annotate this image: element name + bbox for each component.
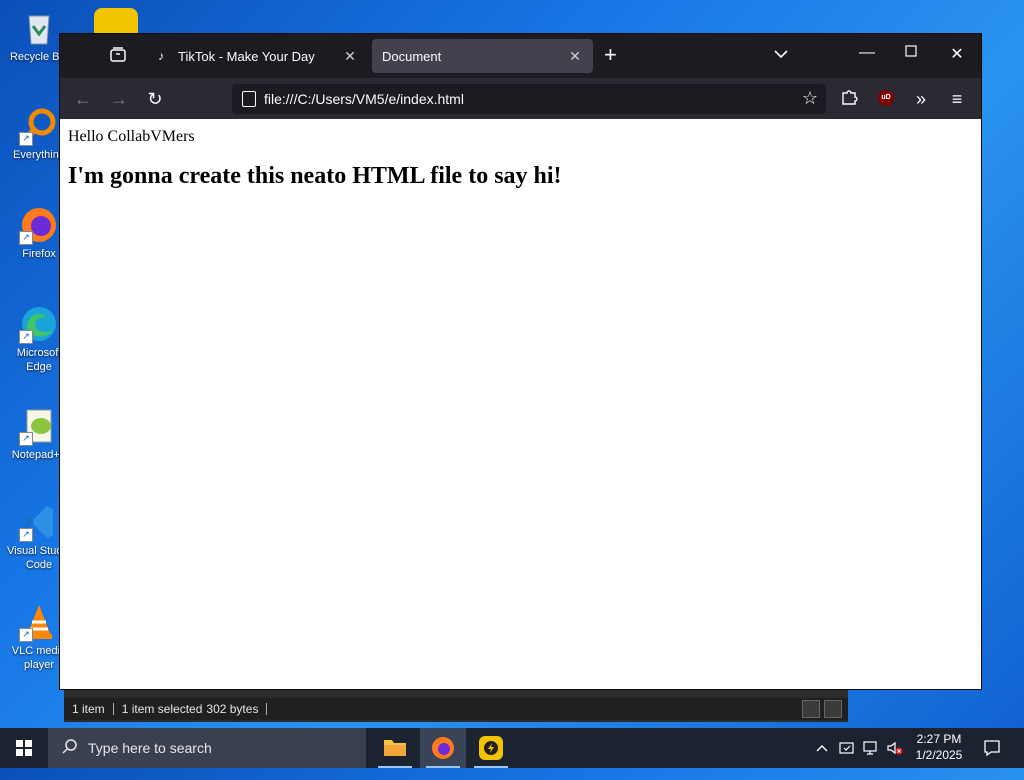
action-center-button[interactable] bbox=[982, 738, 1002, 778]
search-icon bbox=[62, 738, 78, 759]
navigation-toolbar: ← → ↻ file:///C:/Users/VM5/e/index.html … bbox=[60, 78, 981, 119]
taskbar-file-explorer[interactable] bbox=[372, 728, 418, 768]
folder-icon bbox=[384, 740, 406, 756]
large-icons-view-button[interactable] bbox=[824, 700, 842, 718]
shortcut-arrow-icon: ↗ bbox=[19, 528, 33, 542]
tab-title: TikTok - Make Your Day bbox=[178, 48, 315, 64]
maximize-button[interactable] bbox=[900, 44, 922, 62]
bookmark-star-icon[interactable]: ☆ bbox=[802, 88, 818, 109]
shortcut-arrow-icon: ↗ bbox=[19, 231, 33, 245]
windows-logo-icon bbox=[16, 740, 32, 756]
tiktok-icon: ♪ bbox=[158, 49, 164, 63]
close-tab-icon[interactable]: ✕ bbox=[342, 48, 358, 65]
url-text: file:///C:/Users/VM5/e/index.html bbox=[264, 91, 464, 107]
maximize-icon bbox=[905, 45, 917, 57]
explorer-status-bar: 1 item 1 item selected 302 bytes bbox=[64, 698, 848, 720]
close-window-button[interactable]: ✕ bbox=[946, 44, 968, 64]
shortcut-arrow-icon: ↗ bbox=[19, 628, 33, 642]
network-icon[interactable] bbox=[862, 739, 880, 779]
notifications-icon bbox=[984, 740, 1000, 757]
firefox-icon: ↗ bbox=[19, 205, 59, 245]
lightning-app-icon bbox=[479, 736, 503, 760]
puzzle-icon bbox=[842, 90, 858, 105]
selection-size: 302 bytes bbox=[206, 702, 259, 716]
chevron-up-icon bbox=[816, 745, 828, 752]
tab-document[interactable]: Document ✕ bbox=[372, 39, 593, 73]
extensions-button[interactable] bbox=[838, 88, 860, 110]
shortcut-arrow-icon: ↗ bbox=[19, 132, 33, 146]
taskbar-lightning-app[interactable] bbox=[468, 728, 514, 768]
search-placeholder: Type here to search bbox=[88, 740, 212, 756]
vscode-icon: ↗ bbox=[19, 502, 59, 542]
volume-muted-icon[interactable] bbox=[886, 739, 904, 779]
app-menu-button[interactable]: ≡ bbox=[946, 88, 968, 110]
reload-button[interactable]: ↻ bbox=[144, 88, 166, 110]
close-tab-icon[interactable]: ✕ bbox=[567, 48, 583, 65]
clock-time: 2:27 PM bbox=[916, 732, 962, 746]
tab-bar: ♪ TikTok - Make Your Day ✕ Document ✕ + … bbox=[60, 34, 981, 78]
page-icon bbox=[242, 91, 256, 107]
firefox-window: ♪ TikTok - Make Your Day ✕ Document ✕ + … bbox=[60, 34, 981, 689]
everything-search-icon: ↗ bbox=[19, 106, 59, 146]
overflow-menu-button[interactable]: » bbox=[910, 88, 932, 110]
new-tab-button[interactable]: + bbox=[604, 44, 617, 66]
firefox-view-button[interactable] bbox=[108, 46, 128, 66]
separator bbox=[266, 703, 268, 715]
firefox-view-icon bbox=[110, 47, 126, 62]
url-bar[interactable]: file:///C:/Users/VM5/e/index.html ☆ bbox=[232, 84, 826, 114]
recycle-bin-icon bbox=[19, 8, 59, 48]
tray-security-icon[interactable] bbox=[838, 739, 856, 779]
selection-info: 1 item selected bbox=[121, 702, 203, 716]
item-count: 1 item bbox=[72, 702, 105, 716]
vlc-icon: ↗ bbox=[19, 602, 59, 642]
page-heading: I'm gonna create this neato HTML file to… bbox=[68, 163, 562, 189]
system-clock[interactable]: 2:27 PM 1/2/2025 bbox=[906, 731, 972, 763]
page-paragraph: Hello CollabVMers bbox=[68, 128, 195, 145]
edge-icon: ↗ bbox=[19, 304, 59, 344]
page-content: Hello CollabVMers I'm gonna create this … bbox=[60, 119, 981, 689]
tab-tiktok[interactable]: ♪ TikTok - Make Your Day ✕ bbox=[148, 39, 368, 73]
tab-title: Document bbox=[382, 48, 442, 64]
minimize-button[interactable]: — bbox=[856, 44, 878, 62]
firefox-icon bbox=[432, 737, 454, 759]
notepad-plus-plus-icon: ↗ bbox=[19, 406, 59, 446]
chevron-down-icon bbox=[774, 50, 788, 59]
shortcut-arrow-icon: ↗ bbox=[19, 330, 33, 344]
back-button[interactable]: ← bbox=[72, 88, 94, 110]
start-button[interactable] bbox=[0, 728, 48, 768]
list-all-tabs-button[interactable] bbox=[774, 46, 788, 62]
clock-date: 1/2/2025 bbox=[915, 748, 963, 762]
taskbar: Type here to search 2:27 PM 1/2/2025 bbox=[0, 728, 1024, 768]
shortcut-arrow-icon: ↗ bbox=[19, 432, 33, 446]
show-hidden-icons-button[interactable] bbox=[814, 740, 830, 780]
lightning-app-icon[interactable] bbox=[94, 8, 138, 34]
taskbar-firefox[interactable] bbox=[420, 728, 466, 768]
forward-button[interactable]: → bbox=[108, 88, 130, 110]
ublock-origin-icon[interactable]: uD bbox=[878, 90, 894, 106]
details-view-button[interactable] bbox=[802, 700, 820, 718]
taskbar-search-box[interactable]: Type here to search bbox=[48, 728, 366, 768]
